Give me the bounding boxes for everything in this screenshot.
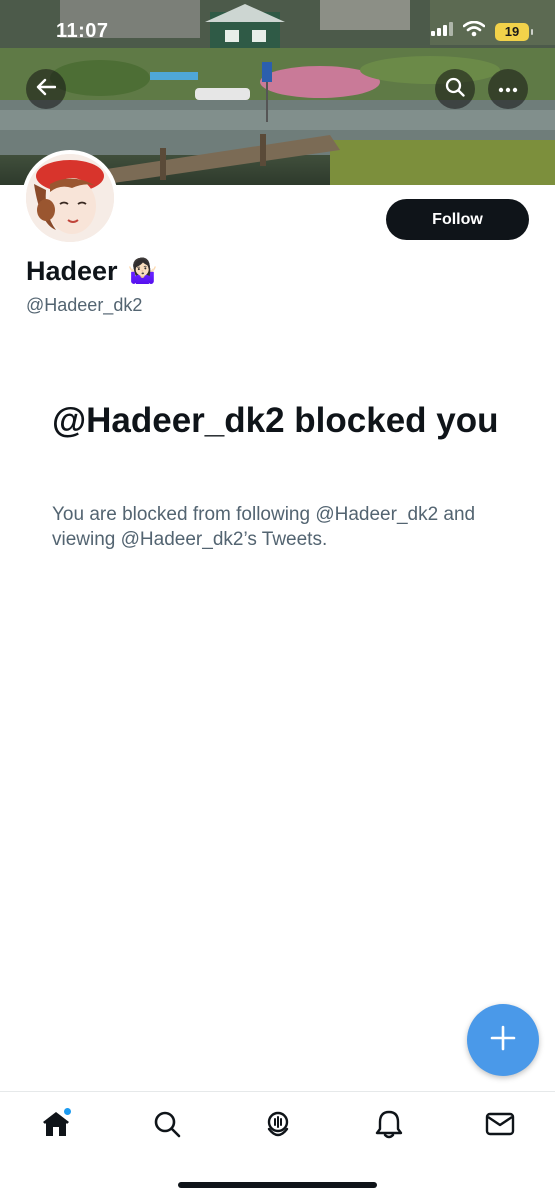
- status-icons: 19: [431, 20, 533, 42]
- more-icon: [498, 80, 518, 98]
- signal-icon: [431, 22, 453, 41]
- plus-icon: [490, 1025, 516, 1056]
- handle: @Hadeer_dk2: [26, 295, 143, 315]
- blocked-title: @Hadeer_dk2 blocked you: [52, 401, 499, 440]
- spaces-icon: [263, 1109, 293, 1144]
- tab-messages[interactable]: [483, 1109, 517, 1143]
- notification-dot: [63, 1107, 72, 1116]
- home-indicator: [178, 1182, 377, 1188]
- back-button[interactable]: [26, 69, 66, 109]
- follow-button[interactable]: Follow: [386, 199, 529, 240]
- status-bar: 11:07 19: [0, 0, 555, 60]
- search-button[interactable]: [435, 69, 475, 109]
- display-name: Hadeer 🤷🏻‍♀️: [26, 256, 157, 287]
- status-time: 11:07: [56, 20, 109, 42]
- bell-icon: [375, 1109, 403, 1144]
- mail-icon: [485, 1111, 515, 1142]
- search-icon: [445, 77, 465, 102]
- tab-notifications[interactable]: [372, 1109, 406, 1143]
- avatar-image: [26, 154, 114, 242]
- compose-tweet-button[interactable]: [467, 1004, 539, 1076]
- more-button[interactable]: [488, 69, 528, 109]
- tab-home[interactable]: [39, 1107, 73, 1143]
- battery-icon: 19: [495, 22, 533, 41]
- shrug-emoji: 🤷🏻‍♀️: [127, 258, 158, 285]
- back-arrow-icon: [36, 78, 57, 101]
- tab-search[interactable]: [150, 1109, 184, 1143]
- tab-spaces[interactable]: [261, 1109, 295, 1143]
- search-icon: [153, 1110, 181, 1143]
- display-name-text: Hadeer: [26, 256, 118, 286]
- avatar[interactable]: [22, 150, 118, 246]
- blocked-description: You are blocked from following @Hadeer_d…: [52, 504, 476, 550]
- wifi-icon: [462, 20, 486, 42]
